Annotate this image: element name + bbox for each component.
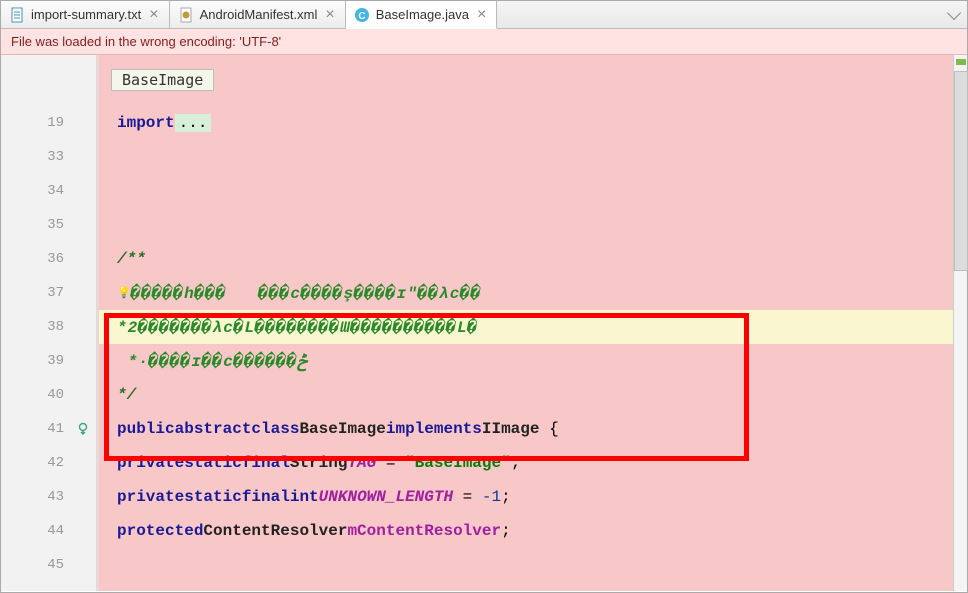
- editor-area: 19+ 33 34 35 36 37 38 39 40 41 42 43 44 …: [1, 55, 967, 591]
- analysis-ok-indicator[interactable]: [956, 59, 966, 65]
- override-marker-icon[interactable]: [76, 422, 90, 436]
- tab-label: import-summary.txt: [31, 7, 141, 22]
- encoding-warning-banner[interactable]: File was loaded in the wrong encoding: '…: [1, 29, 967, 55]
- code-line[interactable]: [99, 208, 953, 242]
- gutter-row[interactable]: 35: [1, 208, 96, 242]
- tab-android-manifest[interactable]: AndroidManifest.xml ×: [170, 1, 346, 28]
- breadcrumb[interactable]: BaseImage: [111, 69, 214, 91]
- scrollbar-thumb[interactable]: [954, 71, 968, 271]
- gutter[interactable]: 19+ 33 34 35 36 37 38 39 40 41 42 43 44 …: [1, 55, 99, 591]
- code-line[interactable]: public abstract class BaseImage implemen…: [99, 412, 953, 446]
- gutter-row[interactable]: 42: [1, 446, 96, 480]
- code-line[interactable]: /**: [99, 242, 953, 276]
- gutter-row[interactable]: 45: [1, 548, 96, 582]
- gutter-row[interactable]: 33: [1, 140, 96, 174]
- tab-label: BaseImage.java: [376, 7, 469, 22]
- tab-label: AndroidManifest.xml: [200, 7, 318, 22]
- editor-tabbar: import-summary.txt × AndroidManifest.xml…: [1, 1, 967, 29]
- gutter-row[interactable]: 19+: [1, 106, 96, 140]
- gutter-row[interactable]: 44: [1, 514, 96, 548]
- xml-file-icon: [178, 7, 194, 23]
- code-line[interactable]: protected ContentResolver mContentResolv…: [99, 514, 953, 548]
- error-stripe-scrollbar[interactable]: [953, 55, 967, 591]
- gutter-row[interactable]: 37: [1, 276, 96, 310]
- bulb-icon[interactable]: 💡: [117, 286, 131, 300]
- code-line[interactable]: private static final int UNKNOWN_LENGTH …: [99, 480, 953, 514]
- code-line[interactable]: *·����ɪ��c������ݲ: [99, 344, 953, 378]
- gutter-row[interactable]: 41: [1, 412, 96, 446]
- svg-text:C: C: [358, 11, 365, 22]
- gutter-row[interactable]: 39: [1, 344, 96, 378]
- close-icon[interactable]: ×: [323, 7, 336, 23]
- code-line[interactable]: [99, 174, 953, 208]
- code-line[interactable]: [99, 140, 953, 174]
- java-file-icon: C: [354, 7, 370, 23]
- warning-text: File was loaded in the wrong encoding: '…: [11, 34, 281, 49]
- tab-base-image[interactable]: C BaseImage.java ×: [346, 1, 498, 29]
- code-line[interactable]: */: [99, 378, 953, 412]
- gutter-row[interactable]: 40: [1, 378, 96, 412]
- gutter-row[interactable]: 34: [1, 174, 96, 208]
- code-line[interactable]: 💡�����h��� ���c����ş����ɪ"��λc��: [99, 276, 953, 310]
- gutter-row[interactable]: 43: [1, 480, 96, 514]
- code-line[interactable]: import ...: [99, 106, 953, 140]
- code-line[interactable]: private static final String TAG = "BaseI…: [99, 446, 953, 480]
- close-icon[interactable]: ×: [475, 7, 488, 23]
- tab-import-summary[interactable]: import-summary.txt ×: [1, 1, 170, 28]
- text-file-icon: [9, 7, 25, 23]
- code-editor[interactable]: BaseImage import ... /** 💡�����h��� ���c…: [99, 55, 953, 591]
- code-line[interactable]: *2�������λc�L��������Ɯ����������L�: [99, 310, 953, 344]
- close-icon[interactable]: ×: [147, 7, 160, 23]
- gutter-row[interactable]: 38: [1, 310, 96, 344]
- gutter-row[interactable]: 36: [1, 242, 96, 276]
